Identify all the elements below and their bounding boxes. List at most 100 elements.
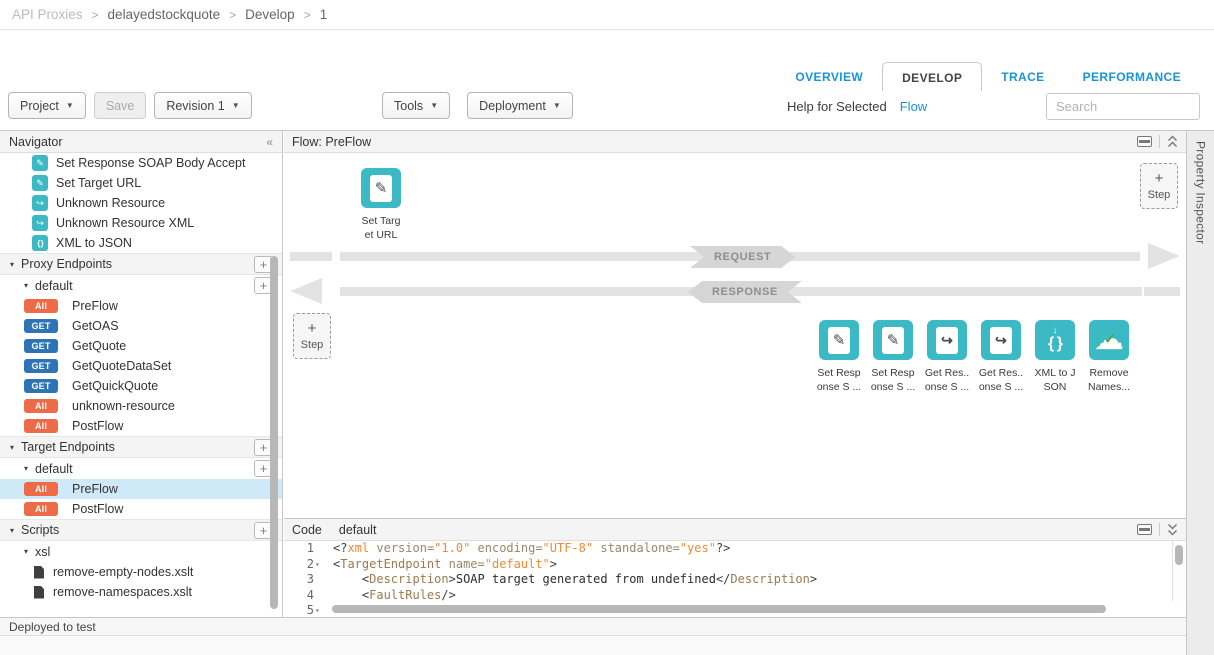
code-tab-default[interactable]: default	[339, 523, 377, 537]
cloud-check-policy-icon[interactable]: ☁✓	[1089, 320, 1129, 360]
flow-step-get-res[interactable]: ↪Get Res.. onse S ...	[920, 320, 974, 394]
nav-file-remove-empty-nodes-xslt[interactable]: remove-empty-nodes.xslt	[0, 562, 282, 582]
deployment-status-text: Deployed to test	[9, 620, 96, 634]
nav-item-label: Unknown Resource	[56, 196, 165, 210]
nav-policy-set-response-soap-body-accept[interactable]: ✎Set Response SOAP Body Accept	[0, 153, 282, 173]
request-arrowhead-icon	[1148, 243, 1180, 269]
code-editor[interactable]: 1<?xml version="1.0" encoding="UTF-8" st…	[284, 541, 1186, 617]
deployment-menu-button[interactable]: Deployment ▼	[467, 92, 573, 119]
pencil-policy-icon[interactable]: ✎	[873, 320, 913, 360]
fold-caret-icon[interactable]: ▾	[315, 603, 324, 617]
search-input[interactable]	[1046, 93, 1200, 120]
caret-down-icon: ▾	[10, 260, 14, 269]
property-inspector-strip[interactable]: Property Inspector	[1186, 131, 1214, 655]
nav-policy-set-target-url[interactable]: ✎Set Target URL	[0, 173, 282, 193]
revision-menu-button[interactable]: Revision 1 ▼	[154, 92, 251, 119]
nav-group-label: xsl	[35, 545, 50, 559]
nav-section-proxy-endpoints[interactable]: ▾Proxy Endpoints	[0, 253, 282, 275]
collapse-panel-icon[interactable]: «	[266, 135, 273, 149]
braces-policy-icon[interactable]: ↓{ }	[1035, 320, 1075, 360]
flow-step-remove[interactable]: ☁✓ Remove Names...	[1082, 320, 1136, 394]
down-arrow-icon: ↓	[1053, 327, 1058, 335]
code-line: 1<?xml version="1.0" encoding="UTF-8" st…	[284, 541, 1186, 557]
pencil-glyph-icon: ✎	[375, 179, 388, 197]
maximize-panel-icon[interactable]	[1137, 524, 1152, 535]
tools-menu-button[interactable]: Tools ▼	[382, 92, 450, 119]
breadcrumb-separator: >	[304, 8, 311, 22]
scrollbar-thumb[interactable]	[1175, 545, 1183, 565]
flow-step-get-res[interactable]: ↪Get Res.. onse S ...	[974, 320, 1028, 394]
pencil-policy-icon[interactable]: ✎	[819, 320, 859, 360]
breadcrumb-proxy-name[interactable]: delayedstockquote	[108, 7, 221, 22]
method-badge: All	[24, 502, 58, 516]
nav-flow-preflow[interactable]: AllPreFlow	[0, 479, 282, 499]
file-icon	[34, 566, 44, 579]
project-menu-button[interactable]: Project ▼	[8, 92, 86, 119]
callout-policy-icon[interactable]: ↪	[981, 320, 1021, 360]
nav-flow-getquote[interactable]: GETGetQuote	[0, 336, 282, 356]
nav-flow-getquotedataset[interactable]: GETGetQuoteDataSet	[0, 356, 282, 376]
line-number: 5▾	[284, 603, 324, 617]
tab-performance[interactable]: PERFORMANCE	[1064, 62, 1200, 91]
scrollbar-thumb[interactable]	[270, 256, 278, 609]
collapse-down-icon[interactable]	[1167, 523, 1178, 536]
code-vertical-scrollbar[interactable]	[1172, 541, 1186, 601]
nav-policy-unknown-resource-xml[interactable]: ↪Unknown Resource XML	[0, 213, 282, 233]
nav-section-target-endpoints[interactable]: ▾Target Endpoints	[0, 436, 282, 458]
code-horizontal-scrollbar[interactable]	[332, 605, 1106, 613]
nav-item-label: XML to JSON	[56, 236, 132, 250]
code-panel-label: Code	[292, 523, 322, 537]
nav-item-label: GetQuoteDataSet	[72, 359, 171, 373]
response-lane-label: RESPONSE	[688, 281, 802, 303]
nav-flow-preflow[interactable]: AllPreFlow	[0, 296, 282, 316]
braces-icon: { }	[1048, 335, 1062, 353]
line-number: 2▾	[284, 557, 324, 573]
pencil-policy-icon[interactable]: ✎	[361, 168, 401, 208]
callout-glyph-icon: ↪	[941, 332, 953, 349]
tab-overview[interactable]: OVERVIEW	[776, 62, 882, 91]
revision-menu-label: Revision 1	[166, 99, 224, 113]
breadcrumb-api-proxies[interactable]: API Proxies	[12, 7, 83, 22]
save-button[interactable]: Save	[94, 92, 147, 119]
help-selected-flow-link[interactable]: Flow	[900, 99, 927, 114]
flow-step-xml-to-j[interactable]: ↓{ }XML to J SON	[1028, 320, 1082, 394]
nav-item-label: remove-namespaces.xslt	[53, 585, 192, 599]
add-response-step-button[interactable]: + Step	[293, 313, 331, 359]
caret-down-icon: ▼	[66, 101, 74, 110]
nav-flow-getquickquote[interactable]: GETGetQuickQuote	[0, 376, 282, 396]
add-request-step-button[interactable]: + Step	[1140, 163, 1178, 209]
nav-flow-getoas[interactable]: GETGetOAS	[0, 316, 282, 336]
view-tabs: OVERVIEW DEVELOP TRACE PERFORMANCE	[776, 62, 1200, 91]
flow-step-label: Remove Names...	[1088, 367, 1130, 394]
fold-caret-icon[interactable]: ▾	[315, 557, 324, 573]
tab-trace[interactable]: TRACE	[982, 62, 1063, 91]
nav-file-remove-namespaces-xslt[interactable]: remove-namespaces.xslt	[0, 582, 282, 602]
flow-step-set-targ[interactable]: ✎Set Targ et URL	[354, 168, 408, 242]
nav-policy-xml-to-json[interactable]: { }XML to JSON	[0, 233, 282, 253]
nav-section-scripts[interactable]: ▾Scripts	[0, 519, 282, 541]
line-number: 1	[284, 541, 324, 557]
maximize-panel-icon[interactable]	[1137, 136, 1152, 147]
nav-flow-postflow[interactable]: AllPostFlow	[0, 416, 282, 436]
nav-item-label: unknown-resource	[72, 399, 175, 413]
flow-header-icons	[1137, 135, 1178, 148]
nav-flow-unknown-resource[interactable]: Allunknown-resource	[0, 396, 282, 416]
nav-group-xsl[interactable]: ▾xsl	[0, 541, 282, 562]
code-header-icons	[1137, 523, 1178, 536]
nav-policy-unknown-resource[interactable]: ↪Unknown Resource	[0, 193, 282, 213]
nav-item-label: GetOAS	[72, 319, 119, 333]
callout-policy-icon[interactable]: ↪	[927, 320, 967, 360]
flow-step-set-resp[interactable]: ✎Set Resp onse S ...	[812, 320, 866, 394]
nav-group-default[interactable]: ▾default	[0, 275, 282, 296]
code-text: <?xml version="1.0" encoding="UTF-8" sta…	[324, 541, 730, 557]
collapse-up-icon[interactable]	[1167, 135, 1178, 148]
callout-glyph-icon: ↪	[995, 332, 1007, 349]
tab-develop[interactable]: DEVELOP	[882, 62, 982, 91]
nav-item-label: GetQuote	[72, 339, 126, 353]
nav-group-default[interactable]: ▾default	[0, 458, 282, 479]
nav-flow-postflow[interactable]: AllPostFlow	[0, 499, 282, 519]
toolbar-middle: Tools ▼ Deployment ▼	[382, 92, 573, 119]
flow-step-set-resp[interactable]: ✎Set Resp onse S ...	[866, 320, 920, 394]
request-steps: ✎Set Targ et URL	[354, 168, 408, 242]
paper-shape: ✎	[370, 175, 392, 202]
